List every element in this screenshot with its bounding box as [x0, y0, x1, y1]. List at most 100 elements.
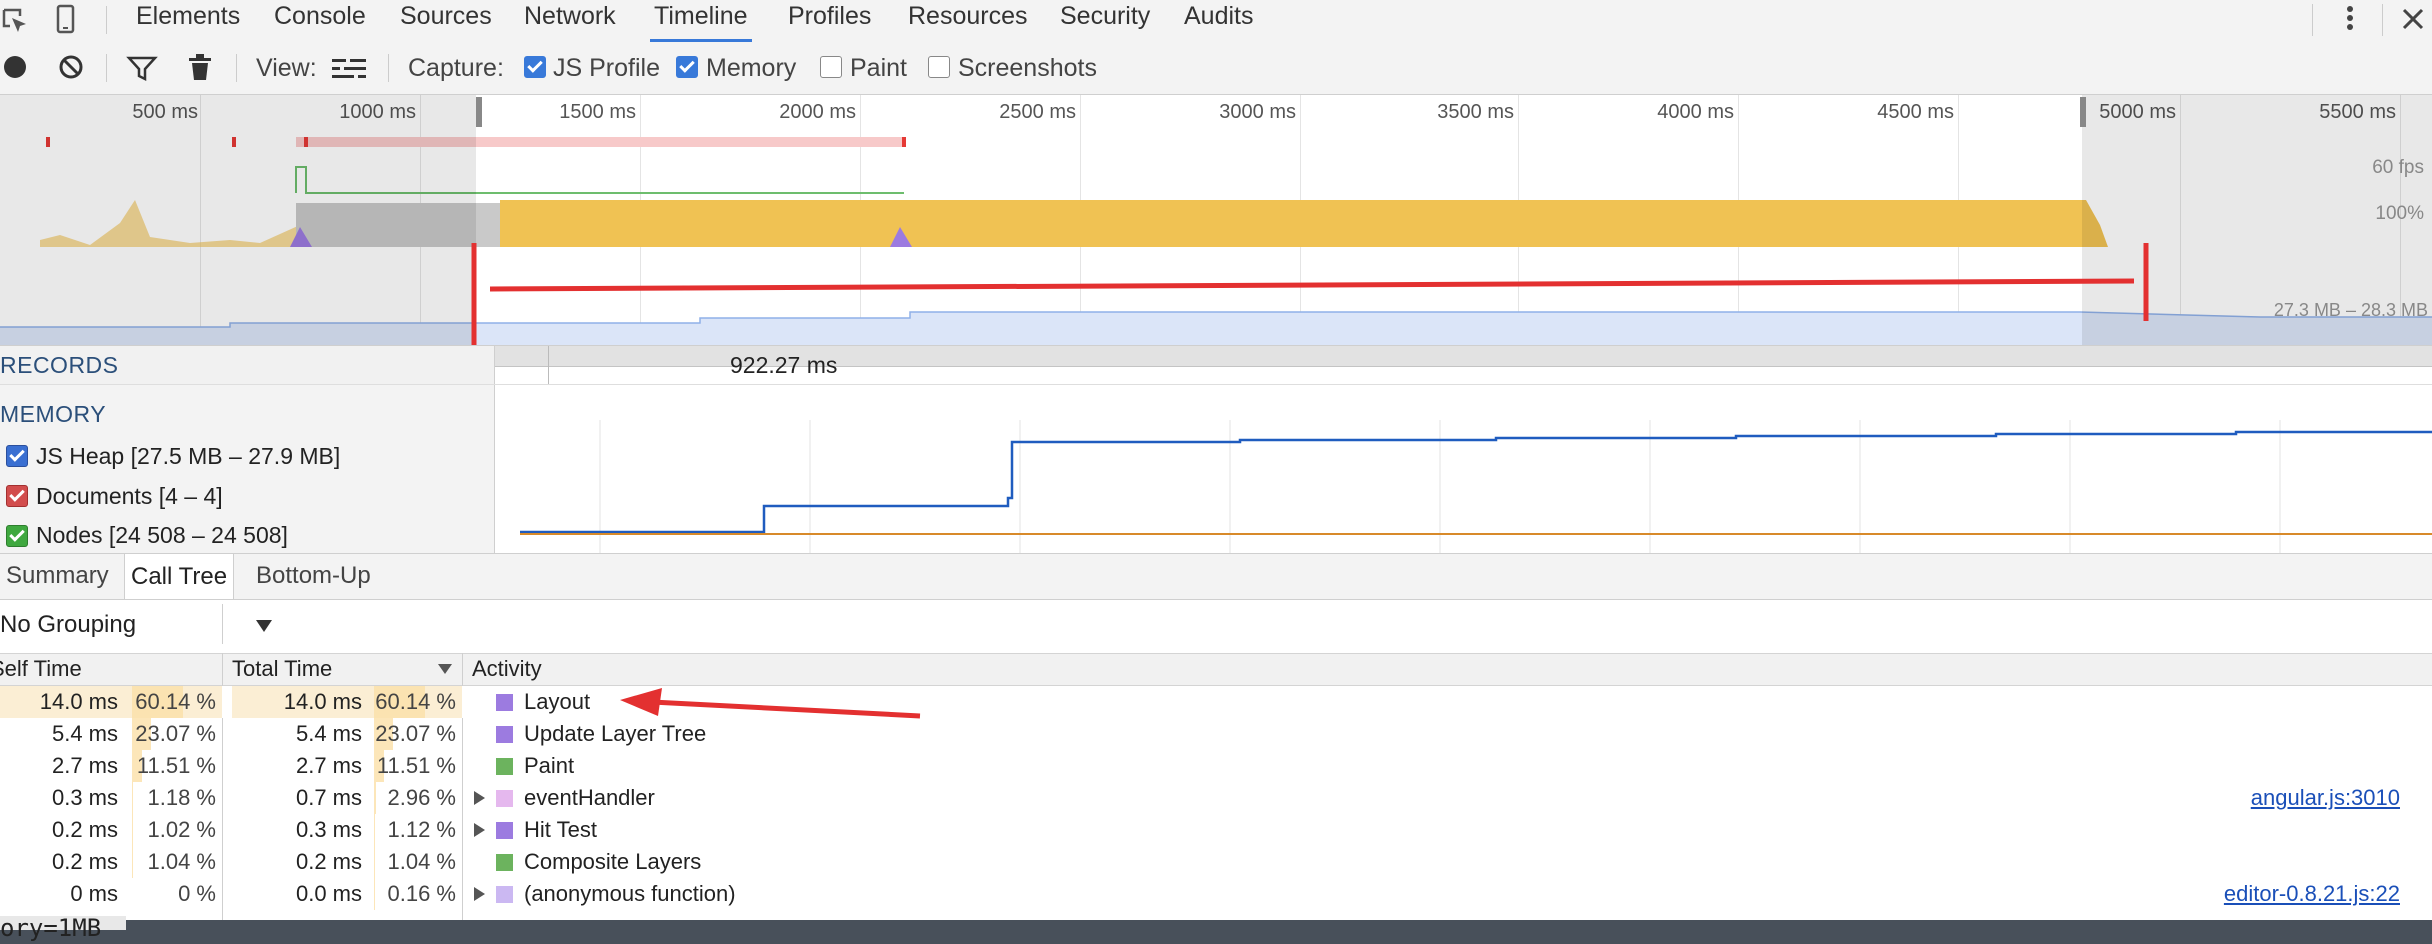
more-options-icon[interactable]	[2340, 2, 2360, 36]
total-time-cell: 0.3 ms	[295, 817, 362, 842]
paint-checkbox[interactable]	[820, 56, 842, 78]
view-label: View:	[256, 54, 317, 82]
device-mode-icon[interactable]	[56, 4, 76, 36]
self-time-cell: 0.3 ms	[51, 785, 118, 810]
footer-text: ory=1MB	[0, 914, 102, 942]
tab-security[interactable]: Security	[1056, 0, 1154, 42]
table-row[interactable]: 0 ms 0 % 0.0 ms 0.16 % (anonymous function) e…	[0, 878, 2432, 910]
timeline-toolbar: View: Capture: JS Profile Memory Paint S…	[0, 42, 2432, 95]
self-percent-cell: 0 %	[178, 881, 216, 906]
category-color-swatch	[496, 758, 513, 775]
activity-name: eventHandler	[524, 785, 655, 810]
flamechart-view-icon[interactable]	[330, 56, 370, 82]
js-heap-checkbox[interactable]	[6, 445, 28, 467]
timeline-overview[interactable]: 500 ms 1000 ms 1500 ms 2000 ms 2500 ms 3…	[0, 95, 2432, 345]
table-row[interactable]: 0.2 ms 1.04 % 0.2 ms 1.04 % Composite Layers	[0, 846, 2432, 878]
table-row[interactable]: 2.7 ms 11.51 % 2.7 ms 11.51 % Paint	[0, 750, 2432, 782]
total-time-cell: 2.7 ms	[295, 753, 362, 778]
record-icon[interactable]	[2, 54, 28, 80]
tab-timeline[interactable]: Timeline	[650, 0, 752, 42]
self-percent-cell: 1.02 %	[147, 817, 217, 842]
activity-name: Composite Layers	[524, 849, 702, 874]
table-row[interactable]: 14.0 ms 60.14 % 14.0 ms 60.14 % Layout	[0, 686, 2432, 718]
trash-icon[interactable]	[186, 52, 214, 82]
nodes-counter: Nodes [24 508 – 24 508]	[36, 522, 288, 548]
activity-name: Paint	[524, 753, 575, 778]
category-color-swatch	[496, 726, 513, 743]
tab-audits[interactable]: Audits	[1180, 0, 1257, 42]
activity-header[interactable]: Activity	[472, 653, 542, 684]
capture-label: Capture:	[408, 54, 504, 82]
grouping-select[interactable]: No Grouping	[0, 611, 136, 639]
clear-icon[interactable]	[58, 54, 84, 80]
self-percent-cell: 1.18 %	[147, 785, 217, 810]
expand-triangle-icon[interactable]	[474, 823, 485, 837]
tab-sources[interactable]: Sources	[396, 0, 496, 42]
self-time-cell: 14.0 ms	[39, 689, 118, 714]
self-time-cell: 2.7 ms	[51, 753, 118, 778]
total-percent-cell: 23.07 %	[375, 721, 456, 746]
grouping-dropdown-icon[interactable]	[254, 618, 274, 634]
tab-bottom-up[interactable]: Bottom-Up	[250, 553, 377, 598]
memory-title: MEMORY	[0, 401, 107, 427]
activity-name: Layout	[524, 689, 591, 714]
annotation-range-marker	[471, 243, 2149, 345]
total-percent-cell: 60.14 %	[375, 689, 456, 714]
category-color-swatch	[496, 790, 513, 807]
source-link[interactable]: angular.js:3010	[2100, 782, 2400, 814]
tab-elements[interactable]: Elements	[132, 0, 244, 42]
documents-counter: Documents [4 – 4]	[36, 483, 223, 509]
call-tree-header	[0, 653, 2432, 686]
total-time-cell: 14.0 ms	[283, 689, 362, 714]
category-color-swatch	[496, 886, 513, 903]
inspect-element-icon[interactable]	[0, 6, 30, 36]
self-time-cell: 5.4 ms	[51, 721, 118, 746]
tab-profiles[interactable]: Profiles	[784, 0, 875, 42]
documents-checkbox[interactable]	[6, 485, 28, 507]
filter-icon[interactable]	[126, 54, 158, 82]
expand-triangle-icon[interactable]	[474, 887, 485, 901]
total-percent-cell: 1.04 %	[387, 849, 457, 874]
tab-network[interactable]: Network	[520, 0, 620, 42]
self-time-cell: 0.2 ms	[51, 817, 118, 842]
tab-call-tree[interactable]: Call Tree	[124, 553, 235, 599]
self-percent-cell: 60.14 %	[135, 689, 216, 714]
tab-resources[interactable]: Resources	[904, 0, 1032, 42]
self-percent-cell: 23.07 %	[135, 721, 216, 746]
nodes-checkbox[interactable]	[6, 525, 28, 547]
expand-triangle-icon[interactable]	[474, 791, 485, 805]
tab-summary[interactable]: Summary	[0, 553, 115, 598]
sort-descending-icon[interactable]	[436, 662, 454, 676]
devtools-tab-bar: Elements Console Sources Network Timelin…	[0, 0, 2432, 43]
category-color-swatch	[496, 694, 513, 711]
total-time-header[interactable]: Total Time	[232, 653, 332, 684]
self-time-header[interactable]: Self Time	[0, 653, 220, 684]
js-profile-label[interactable]: JS Profile	[553, 52, 660, 84]
records-title: RECORDS	[0, 352, 119, 378]
memory-counter-graph	[520, 420, 2432, 553]
self-percent-cell: 1.04 %	[147, 849, 217, 874]
table-row[interactable]: 0.2 ms 1.02 % 0.3 ms 1.12 % Hit Test	[0, 814, 2432, 846]
paint-label[interactable]: Paint	[850, 52, 907, 84]
screenshots-label[interactable]: Screenshots	[958, 52, 1097, 84]
activity-name: Hit Test	[524, 817, 597, 842]
js-profile-checkbox[interactable]	[524, 56, 546, 78]
screenshots-checkbox[interactable]	[928, 56, 950, 78]
table-row[interactable]: 0.3 ms 1.18 % 0.7 ms 2.96 % eventHandler angu…	[0, 782, 2432, 814]
page-behind-strip: ory=1MB	[0, 914, 2432, 944]
category-color-swatch	[496, 854, 513, 871]
js-heap-counter: JS Heap [27.5 MB – 27.9 MB]	[36, 443, 341, 469]
memory-label[interactable]: Memory	[706, 52, 796, 84]
close-devtools-icon[interactable]	[2398, 6, 2428, 34]
memory-checkbox[interactable]	[676, 56, 698, 78]
self-percent-cell: 11.51 %	[136, 753, 216, 778]
total-time-cell: 0.0 ms	[295, 881, 362, 906]
annotation-arrow	[620, 688, 921, 719]
self-time-cell: 0.2 ms	[51, 849, 118, 874]
tab-console[interactable]: Console	[270, 0, 370, 42]
total-percent-cell: 11.51 %	[376, 753, 456, 778]
total-time-cell: 0.2 ms	[295, 849, 362, 874]
source-link[interactable]: editor-0.8.21.js:22	[2100, 878, 2400, 910]
total-time-cell: 0.7 ms	[295, 785, 362, 810]
table-row[interactable]: 5.4 ms 23.07 % 5.4 ms 23.07 % Update Layer T…	[0, 718, 2432, 750]
